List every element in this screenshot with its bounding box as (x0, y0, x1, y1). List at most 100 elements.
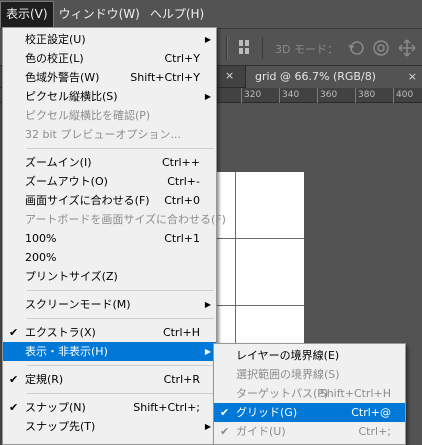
menu-item-show[interactable]: 表示・非表示(H) ▶ (3, 342, 216, 361)
menu-item-label: ガイド(U) (236, 425, 286, 438)
submenu-arrow-icon: ▶ (204, 422, 211, 431)
ruler-tick (393, 88, 394, 103)
menu-item-label: アートボードを画面サイズに合わせる(F) (25, 213, 226, 226)
menu-item-label: 200% (25, 251, 57, 264)
3d-pan-icon[interactable] (398, 39, 416, 57)
ruler-tick (317, 88, 318, 103)
menu-view[interactable]: 表示(V) (0, 1, 54, 28)
menu-item-shortcut: Shift+Ctrl+; (133, 401, 200, 414)
menu-item-zoom-out[interactable]: ズームアウト(O) Ctrl+- (3, 172, 216, 191)
menu-item-proof-colors[interactable]: 色の校正(L) Ctrl+Y (3, 49, 216, 68)
options-divider (227, 37, 228, 59)
submenu-item-target-path[interactable]: ターゲットパス(P) Shift+Ctrl+H (214, 384, 405, 403)
options-divider (262, 37, 263, 59)
menu-separator (27, 393, 214, 394)
menu-separator (27, 318, 214, 319)
menu-item-zoom-200[interactable]: 200% (3, 248, 216, 267)
menu-item-fit-on-screen[interactable]: 画面サイズに合わせる(F) Ctrl+0 (3, 191, 216, 210)
menu-item-label: スクリーンモード(M) (25, 298, 131, 311)
menu-item-label: エクストラ(X) (25, 326, 96, 339)
menu-item-label: グリッド(G) (236, 406, 298, 419)
menu-item-shortcut: Shift+Ctrl+Y (130, 71, 200, 84)
menu-item-zoom-in[interactable]: ズームイン(I) Ctrl++ (3, 153, 216, 172)
submenu-arrow-icon: ▶ (204, 92, 211, 101)
menu-item-pixel-aspect-ratio[interactable]: ピクセル縦横比(S) ▶ (3, 87, 216, 106)
menu-item-label: 選択範囲の境界線(S) (236, 368, 340, 381)
menu-item-label: 画面サイズに合わせる(F) (25, 194, 150, 207)
menu-item-label: 32 bit プレビューオプション... (25, 128, 181, 141)
menu-window[interactable]: ウィンドウ(W) (54, 0, 145, 28)
menu-item-snap-to[interactable]: スナップ先(T) ▶ (3, 417, 216, 436)
menu-item-label: 校正設定(U) (25, 33, 86, 46)
close-tab-icon[interactable]: × (225, 69, 234, 82)
menu-item-fit-artboard[interactable]: アートボードを画面サイズに合わせる(F) (3, 210, 226, 229)
ruler-tick (355, 88, 356, 103)
tab-title: grid @ 66.7% (RGB/8) (255, 70, 376, 83)
menu-item-label: 100% (25, 232, 57, 245)
menu-item-zoom-100[interactable]: 100% Ctrl+1 (3, 229, 216, 248)
menu-item-extras[interactable]: ✔ エクストラ(X) Ctrl+H (3, 323, 216, 342)
check-icon: ✔ (9, 401, 19, 414)
menu-item-label: 色域外警告(W) (25, 71, 100, 84)
menu-separator (27, 148, 214, 149)
menu-item-proof-setup[interactable]: 校正設定(U) ▶ (3, 30, 216, 49)
ruler-label: 340 (282, 90, 300, 100)
submenu-item-layer-edges[interactable]: レイヤーの境界線(E) (214, 346, 405, 365)
menu-item-label: ズームアウト(O) (25, 175, 108, 188)
menu-item-gamut-warning[interactable]: 色域外警告(W) Shift+Ctrl+Y (3, 68, 216, 87)
menu-item-label: 定規(R) (25, 373, 64, 386)
menu-item-pixel-aspect-correction[interactable]: ピクセル縦横比を確認(P) (3, 106, 216, 125)
close-tab-icon[interactable]: × (408, 66, 417, 88)
menu-item-screen-mode[interactable]: スクリーンモード(M) ▶ (3, 295, 216, 314)
ruler-label: 380 (358, 90, 376, 100)
menu-item-label: 表示・非表示(H) (25, 345, 108, 358)
menu-item-shortcut: Ctrl+; (358, 425, 392, 438)
menu-item-label: ズームイン(I) (25, 156, 92, 169)
menu-item-shortcut: Ctrl+1 (164, 232, 200, 245)
3d-roll-icon[interactable] (372, 39, 390, 57)
menu-separator (27, 290, 214, 291)
menu-item-snap[interactable]: ✔ スナップ(N) Shift+Ctrl+; (3, 398, 216, 417)
ruler-label: 360 (320, 90, 338, 100)
menu-item-shortcut: Shift+Ctrl+H (319, 387, 391, 400)
3d-rotate-icon[interactable] (348, 39, 366, 57)
menu-item-32bit-preview-options[interactable]: 32 bit プレビューオプション... (3, 125, 216, 144)
check-icon: ✔ (9, 373, 19, 386)
menu-item-print-size[interactable]: プリントサイズ(Z) (3, 267, 216, 286)
menu-item-shortcut: Ctrl+0 (164, 194, 200, 207)
distribute-icon[interactable] (238, 39, 250, 55)
menu-item-shortcut: Ctrl+- (167, 175, 200, 188)
menu-item-label: レイヤーの境界線(E) (236, 349, 340, 362)
view-menu-dropdown: 校正設定(U) ▶ 色の校正(L) Ctrl+Y 色域外警告(W) Shift+… (2, 27, 226, 445)
menu-item-shortcut: Ctrl+H (162, 326, 200, 339)
menubar: 表示(V) ウィンドウ(W) ヘルプ(H) (0, 0, 422, 28)
menu-item-shortcut: Ctrl++ (161, 156, 200, 169)
menu-item-label: スナップ先(T) (25, 420, 96, 433)
menu-item-shortcut: Ctrl+Y (164, 52, 200, 65)
submenu-item-selection-edges[interactable]: 選択範囲の境界線(S) (214, 365, 405, 384)
3d-mode-label: 3D モード： (275, 43, 338, 56)
menu-item-label: ピクセル縦横比を確認(P) (25, 109, 151, 122)
menu-item-shortcut: Ctrl+@ (351, 406, 391, 419)
menu-item-rulers[interactable]: ✔ 定規(R) Ctrl+R (3, 370, 216, 389)
check-icon: ✔ (220, 425, 230, 438)
menu-item-shortcut: Ctrl+R (163, 373, 200, 386)
show-submenu: レイヤーの境界線(E) 選択範囲の境界線(S) ターゲットパス(P) Shift… (213, 343, 406, 445)
submenu-arrow-icon: ▶ (204, 35, 211, 44)
menu-item-label: ターゲットパス(P) (236, 387, 329, 400)
check-icon: ✔ (9, 326, 19, 339)
menu-separator (27, 365, 214, 366)
menu-help[interactable]: ヘルプ(H) (145, 0, 209, 28)
submenu-item-guides[interactable]: ✔ ガイド(U) Ctrl+; (214, 422, 405, 441)
menu-item-label: スナップ(N) (25, 401, 86, 414)
ruler-label: 400 (396, 90, 414, 100)
check-icon: ✔ (220, 406, 230, 419)
submenu-arrow-icon: ▶ (204, 300, 211, 309)
ruler-tick (241, 88, 242, 103)
submenu-item-grid[interactable]: ✔ グリッド(G) Ctrl+@ (214, 403, 405, 422)
menu-item-label: 色の校正(L) (25, 52, 84, 65)
ruler-label: 320 (244, 90, 262, 100)
menu-item-label: ピクセル縦横比(S) (25, 90, 118, 103)
tab-grid-document[interactable]: grid @ 66.7% (RGB/8) × (245, 66, 422, 88)
ruler-tick (279, 88, 280, 103)
